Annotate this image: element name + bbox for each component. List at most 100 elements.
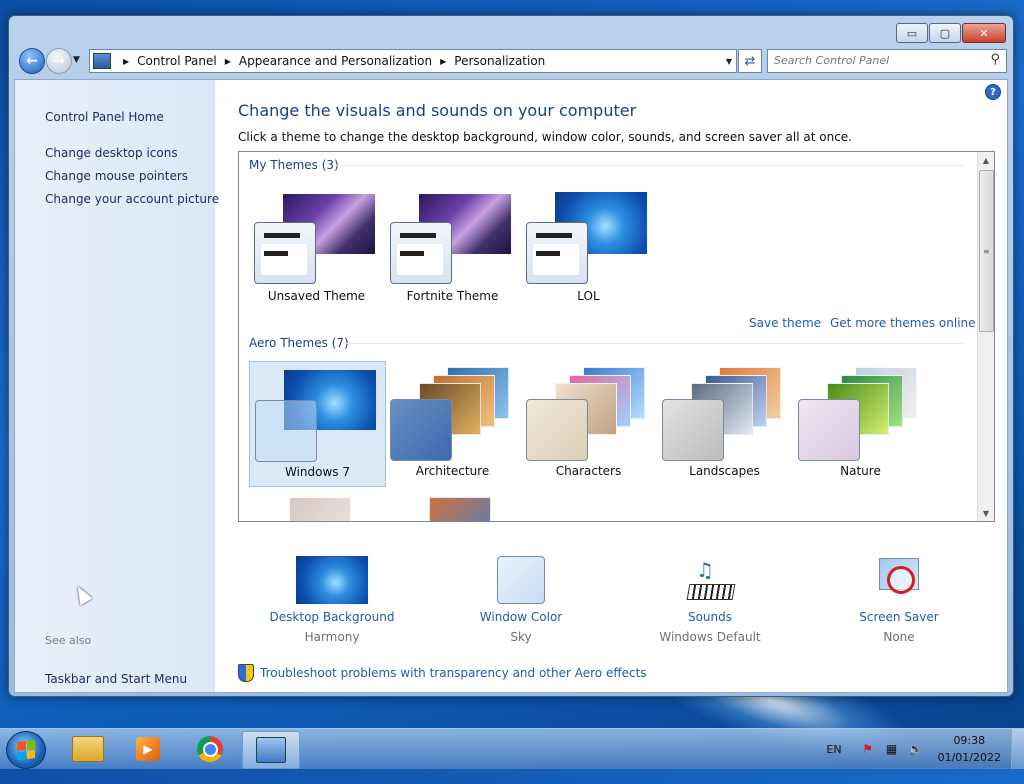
show-desktop-button[interactable] [1011, 729, 1024, 769]
themes-scrollbar[interactable]: ▲ ≡ ▼ [977, 152, 994, 521]
breadcrumb-chevron-icon[interactable]: ▶ [123, 57, 129, 66]
theme-partial-thumbnail[interactable] [289, 497, 351, 521]
help-icon[interactable]: ? [985, 84, 1001, 100]
clock-time: 09:38 [953, 734, 986, 747]
theme-glass-preview [526, 399, 588, 461]
theme-fortnite[interactable]: Fortnite Theme [385, 186, 520, 310]
setting-name[interactable]: Sounds [630, 610, 790, 624]
setting-value: Sky [510, 630, 532, 644]
back-arrow-icon: ← [26, 53, 38, 69]
scrollbar-thumb[interactable]: ≡ [979, 170, 994, 332]
get-more-themes-link[interactable]: Get more themes online [830, 316, 976, 330]
sidebar-change-account-picture[interactable]: Change your account picture [45, 192, 219, 206]
volume-icon[interactable]: 🔈 [908, 741, 924, 757]
maximize-button[interactable]: ▢ [929, 23, 961, 43]
sounds-setting[interactable]: ♫ Sounds Windows Default [630, 556, 790, 644]
theme-window-preview [390, 222, 452, 284]
action-center-icon[interactable]: ⚑ [860, 741, 876, 757]
desktop-background-setting[interactable]: Desktop Background Harmony [252, 556, 412, 644]
window-color-icon [497, 556, 545, 604]
setting-name[interactable]: Desktop Background [252, 610, 412, 624]
close-button[interactable]: ✕ [962, 23, 1006, 43]
preview-bar [400, 251, 424, 256]
language-indicator[interactable]: EN [826, 743, 841, 756]
sidebar-taskbar-start-menu[interactable]: Taskbar and Start Menu [45, 672, 187, 686]
theme-label: Characters [555, 464, 622, 478]
setting-value: Harmony [304, 630, 360, 644]
setting-value: Windows Default [659, 630, 761, 644]
scroll-down-icon[interactable]: ▼ [978, 505, 994, 521]
theme-label: Fortnite Theme [406, 289, 499, 303]
preview-bar [264, 251, 288, 256]
shield-icon [238, 664, 254, 682]
refresh-icon: ⇄ [744, 53, 756, 69]
taskbar-explorer[interactable] [60, 731, 116, 767]
theme-nature[interactable]: Nature [793, 361, 928, 485]
breadcrumb-chevron-icon[interactable]: ▶ [440, 57, 446, 66]
theme-window-preview [526, 222, 588, 284]
theme-landscapes[interactable]: Landscapes [657, 361, 792, 485]
page-subtitle: Click a theme to change the desktop back… [238, 130, 852, 144]
scroll-up-icon[interactable]: ▲ [978, 152, 994, 168]
aero-themes-header: Aero Themes (7) [249, 336, 349, 350]
breadcrumb-control-panel[interactable]: Control Panel [137, 54, 217, 68]
theme-windows-7[interactable]: Windows 7 [249, 361, 386, 487]
search-icon[interactable]: ⚲ [990, 52, 1000, 67]
theme-label: LOL [577, 289, 600, 303]
theme-lol[interactable]: LOL [521, 186, 656, 310]
theme-unsaved[interactable]: Unsaved Theme [249, 186, 384, 310]
theme-characters[interactable]: Characters [521, 361, 656, 485]
search-box[interactable]: ⚲ [767, 49, 1007, 73]
control-panel-icon [256, 737, 286, 763]
network-icon[interactable]: ▦ [884, 741, 900, 757]
theme-label: Landscapes [689, 464, 760, 478]
taskbar-control-panel[interactable] [242, 731, 300, 769]
sidebar-control-panel-home[interactable]: Control Panel Home [45, 110, 164, 124]
address-bar[interactable]: ▶ Control Panel ▶ Appearance and Persona… [89, 49, 737, 73]
setting-name[interactable]: Screen Saver [819, 610, 979, 624]
theme-glass-preview [390, 399, 452, 461]
theme-glass-preview [255, 400, 317, 462]
navigation-bar: ← → ▼ ▶ Control Panel ▶ Appearance and P… [14, 46, 1007, 76]
setting-name[interactable]: Window Color [441, 610, 601, 624]
personalization-window: ▭ ▢ ✕ ← → ▼ ▶ Control Panel ▶ Appearance… [8, 15, 1014, 697]
content-area: Control Panel Home Change desktop icons … [14, 79, 1008, 693]
main-panel: ? Change the visuals and sounds on your … [215, 80, 1007, 692]
sidebar-change-mouse-pointers[interactable]: Change mouse pointers [45, 169, 188, 183]
preview-bar [536, 251, 560, 256]
clock-date: 01/01/2022 [937, 751, 1001, 764]
sidebar-change-desktop-icons[interactable]: Change desktop icons [45, 146, 178, 160]
theme-architecture[interactable]: Architecture [385, 361, 520, 485]
theme-partial-thumbnail[interactable] [429, 497, 491, 521]
screen-saver-setting[interactable]: Screen Saver None [819, 556, 979, 644]
save-theme-link[interactable]: Save theme [749, 316, 821, 330]
troubleshoot-aero-link[interactable]: Troubleshoot problems with transparency … [238, 664, 647, 682]
preview-bar [264, 233, 300, 238]
recent-pages-dropdown-icon[interactable]: ▼ [73, 55, 80, 65]
breadcrumb-chevron-icon[interactable]: ▶ [225, 57, 231, 66]
start-button[interactable] [6, 731, 46, 769]
back-button[interactable]: ← [19, 48, 45, 74]
troubleshoot-label[interactable]: Troubleshoot problems with transparency … [260, 666, 647, 680]
search-input[interactable] [768, 50, 980, 70]
breadcrumb-appearance[interactable]: Appearance and Personalization [239, 54, 432, 68]
breadcrumb-personalization[interactable]: Personalization [454, 54, 545, 68]
theme-window-preview [254, 222, 316, 284]
refresh-button[interactable]: ⇄ [738, 49, 762, 73]
section-divider [335, 165, 965, 166]
address-dropdown-icon[interactable]: ▼ [726, 57, 732, 66]
taskbar: ▶ EN ⚑ ▦ 🔈 09:38 01/01/2022 [0, 728, 1024, 769]
theme-glass-preview [662, 399, 724, 461]
window-color-setting[interactable]: Window Color Sky [441, 556, 601, 644]
breadcrumb: ▶ Control Panel ▶ Appearance and Persona… [115, 54, 545, 68]
forward-button[interactable]: → [46, 48, 72, 74]
desktop-background-icon [296, 556, 368, 604]
clock[interactable]: 09:38 01/01/2022 [938, 732, 1001, 766]
window-controls: ▭ ▢ ✕ [895, 23, 1006, 43]
taskbar-chrome[interactable] [182, 731, 238, 767]
minimize-button[interactable]: ▭ [896, 23, 928, 43]
themes-list: My Themes (3) Unsaved Theme Fortnite The… [238, 151, 995, 522]
theme-label: Architecture [415, 464, 490, 478]
sidebar: Control Panel Home Change desktop icons … [15, 80, 219, 692]
taskbar-media-player[interactable]: ▶ [120, 731, 176, 767]
